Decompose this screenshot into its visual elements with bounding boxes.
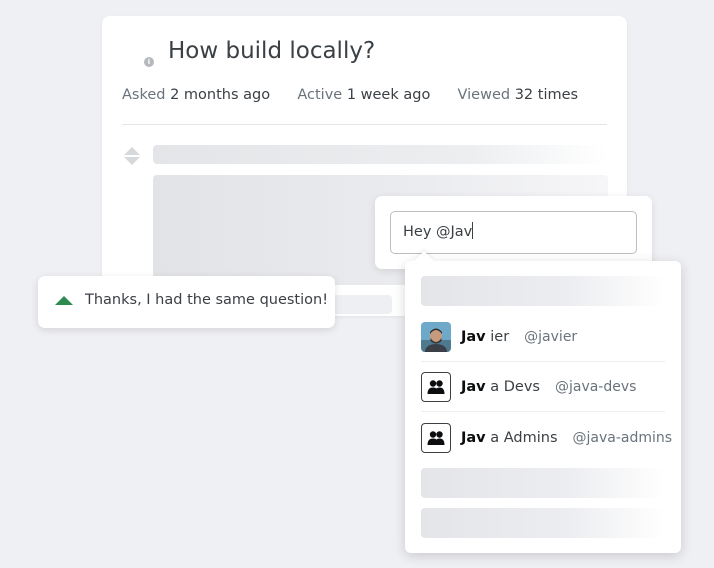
active-value: 1 week ago bbox=[346, 87, 431, 103]
downvote-arrow-icon[interactable] bbox=[124, 157, 140, 165]
comment-text: Thanks, I had the same question! bbox=[85, 292, 329, 308]
suggestion-name: Jav a Admins bbox=[461, 430, 558, 446]
divider bbox=[122, 124, 607, 125]
suggestion-item[interactable]: Jav a Devs @java-devs bbox=[421, 362, 665, 412]
skeleton-line bbox=[421, 508, 665, 538]
skeleton-line bbox=[421, 276, 665, 306]
skeleton-line bbox=[332, 295, 392, 314]
suggestion-name: Jav a Devs bbox=[461, 378, 540, 395]
upvote-arrow-icon[interactable] bbox=[124, 147, 140, 155]
suggestion-item[interactable]: Jav ier @javier bbox=[421, 312, 665, 362]
upvote-arrow-icon[interactable] bbox=[55, 296, 73, 305]
text-caret bbox=[472, 222, 474, 239]
asked-value: 2 months ago bbox=[170, 87, 271, 103]
viewed-label: Viewed bbox=[457, 87, 511, 103]
viewed-value: 32 times bbox=[514, 87, 579, 103]
suggestion-handle: @javier bbox=[524, 328, 578, 345]
group-icon bbox=[421, 371, 451, 402]
vote-arrows-icon[interactable] bbox=[124, 147, 140, 167]
comment-card: Thanks, I had the same question! bbox=[38, 276, 335, 328]
suggestion-handle: @java-devs bbox=[554, 378, 637, 395]
question-title[interactable]: How build locally? bbox=[168, 38, 375, 64]
skeleton-line bbox=[421, 468, 665, 498]
suggestion-name: Jav ier bbox=[461, 328, 510, 345]
message-input-value: Hey @Jav bbox=[403, 224, 473, 240]
skeleton-line bbox=[153, 145, 608, 164]
mention-suggestions-dropdown: Jav ier @javier Jav a Devs @java-devs Ja… bbox=[405, 251, 681, 553]
suggestion-item[interactable]: Jav a Admins @java-admins bbox=[421, 413, 672, 463]
user-avatar bbox=[421, 321, 451, 352]
message-input[interactable]: Hey @Jav bbox=[390, 211, 637, 254]
group-icon bbox=[421, 423, 451, 453]
question-meta: Asked 2 months ago Active 1 week ago Vie… bbox=[122, 87, 578, 103]
info-icon: i bbox=[144, 57, 154, 67]
asked-label: Asked bbox=[122, 87, 166, 103]
suggestion-handle: @java-admins bbox=[572, 430, 673, 446]
active-label: Active bbox=[297, 87, 343, 103]
